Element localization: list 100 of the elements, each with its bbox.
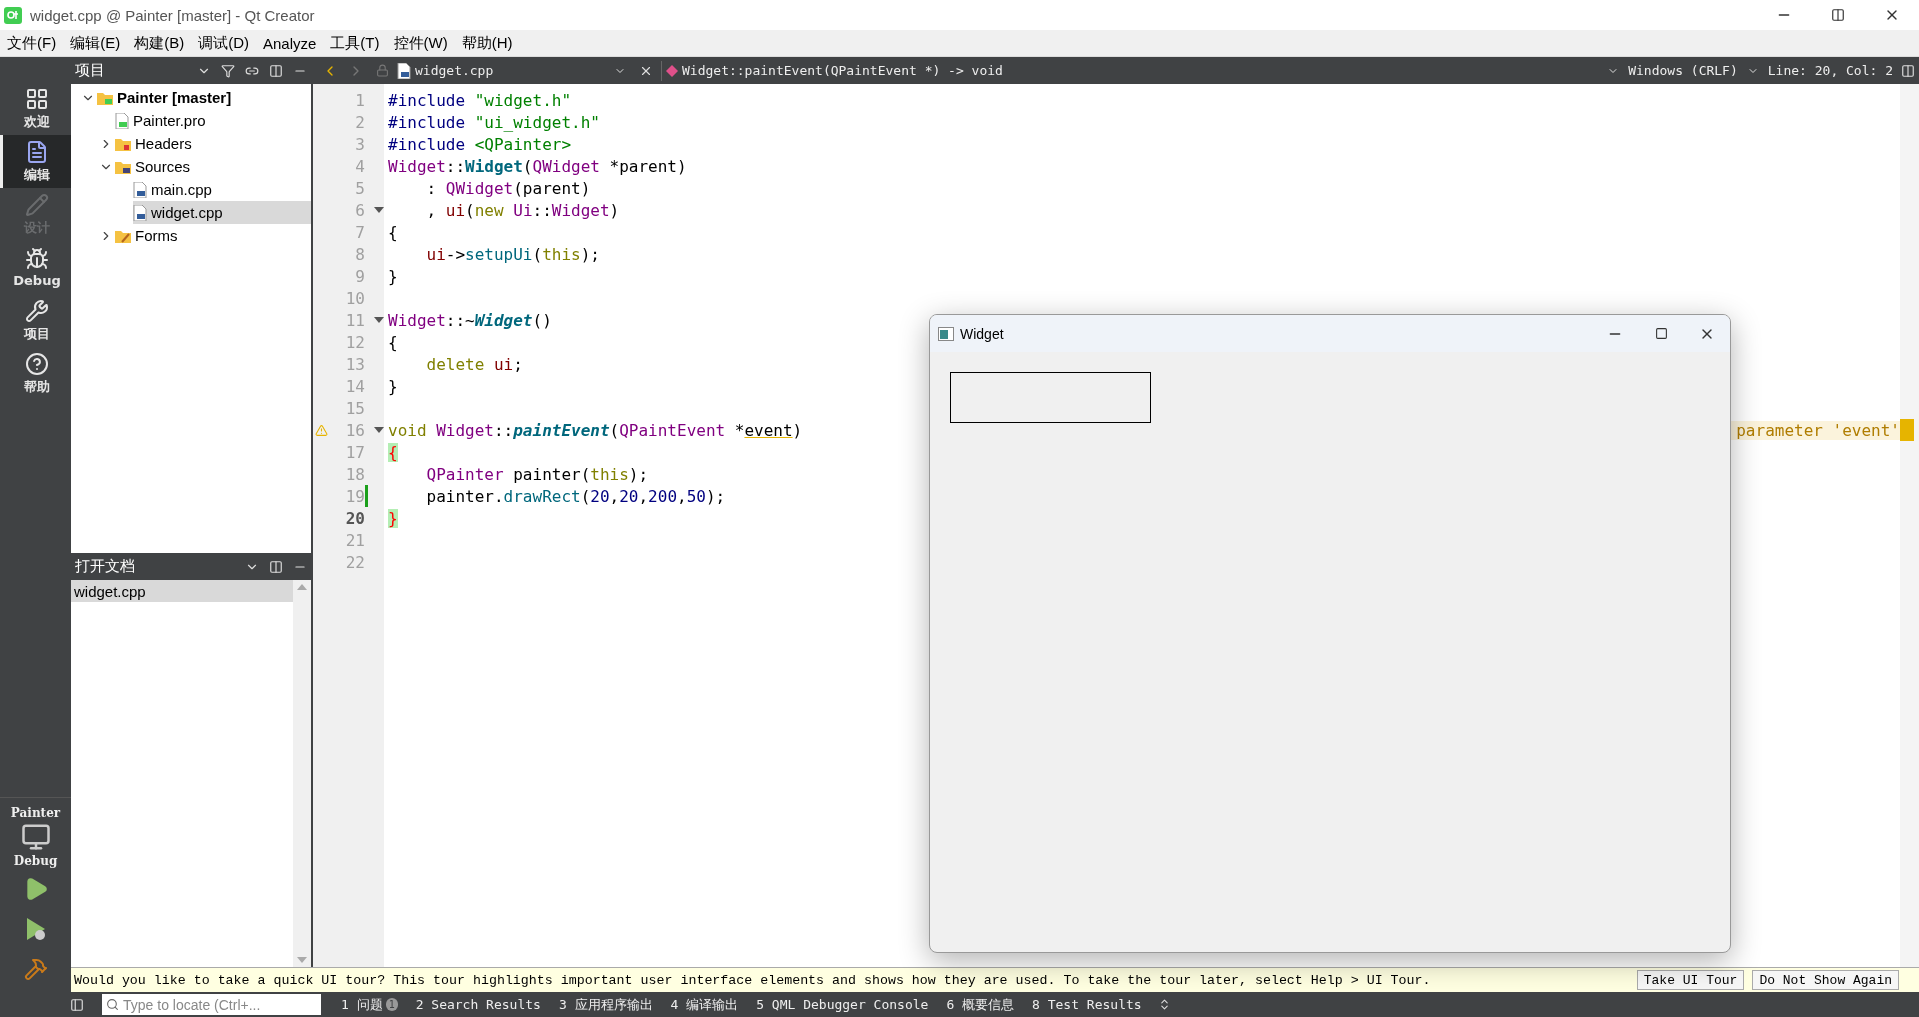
window-title: widget.cpp @ Painter [master] - Qt Creator [30,6,315,24]
output-pane-tab[interactable]: 6 概要信息 [940,992,1021,1017]
menu-item[interactable]: Analyze [256,30,324,56]
folder-icon [115,228,131,243]
tour-button[interactable]: Do Not Show Again [1752,970,1899,990]
file-icon [133,181,147,198]
warning-marker [1900,419,1914,441]
pane-title: 项目 [75,61,105,80]
tree-item[interactable]: main.cpp [133,178,311,201]
search-field[interactable]: Type to locate (Ctrl+... [102,994,321,1015]
line-number: 1 [354,90,365,110]
tree-item[interactable]: widget.cpp [133,201,311,224]
menu-item[interactable]: 编辑(E) [63,30,128,56]
line-ending[interactable]: Windows (CRLF) [1628,63,1738,78]
cursor-position[interactable]: Line: 20, Col: 2 [1767,63,1893,78]
tour-button[interactable]: Take UI Tour [1636,970,1745,990]
code-line: Widget::Widget(QWidget *parent) [388,156,687,176]
mode-button[interactable]: 编辑 [0,135,71,188]
code-line: } [388,266,398,286]
tree-item[interactable]: Sources [115,155,311,178]
file-icon [133,204,147,221]
line-number: 14 [344,376,365,396]
line-number: 6 [354,200,365,220]
pencil-icon [25,192,49,217]
document-item[interactable]: widget.cpp [71,580,293,602]
file-icon [397,62,411,79]
code-line: } [388,376,398,396]
code-line: QPainter painter(this); [425,464,649,484]
folder-icon [115,159,131,174]
line-number: 2 [354,112,365,132]
maximize-icon[interactable] [1654,327,1668,340]
line-number: 15 [344,398,365,418]
line-number: 13 [344,354,365,374]
mode-button[interactable]: 帮助 [0,347,71,400]
restore-icon[interactable] [1831,8,1845,22]
line-number: 18 [344,464,365,484]
code-line: Widget::~Widget() [388,310,552,330]
pane-title: 打开文档 [75,557,135,576]
hammer-icon[interactable] [23,957,48,981]
kit-project-label: Painter [10,806,61,820]
wrench-icon [25,298,49,323]
line-number: 11 [344,310,365,330]
code-line: : QWidget(parent) [425,178,591,198]
menu-item[interactable]: 调试(D) [191,30,256,56]
document-icon [25,139,49,164]
bug-icon [25,247,49,271]
folder-icon [97,90,113,105]
fold-triangle-icon[interactable] [374,427,384,433]
fold-triangle-icon[interactable] [374,317,384,323]
menu-item[interactable]: 控件(W) [386,30,455,56]
line-number: 9 [354,266,365,286]
line-number: 4 [354,156,365,176]
fold-triangle-icon[interactable] [374,207,384,213]
output-pane-tab[interactable]: 1 问题 1 [335,992,404,1017]
code-line: #include "ui_widget.h" [388,112,600,132]
output-pane-tab[interactable]: 3 应用程序输出 [552,992,659,1017]
line-number: 21 [344,530,365,550]
line-number: 16 [344,420,365,440]
mode-button[interactable]: 欢迎 [0,82,71,135]
code-line: delete ui; [425,354,523,374]
file-name[interactable]: widget.cpp [415,63,605,78]
line-number: 3 [354,134,365,154]
code-line: , ui(new Ui::Widget) [425,200,620,220]
kit-config-label: Debug [13,854,58,868]
tour-message: Would you like to take a quick UI tour? This tour highlights important user interface elements and shows how they are used. To take the tour later, select Help > UI Tour. [74,972,1431,988]
code-line: #include "widget.h" [388,90,572,110]
output-pane-tab[interactable]: 2 Search Results [409,992,547,1017]
symbol-icon [666,64,678,77]
app-logo-icon [4,6,22,24]
app-icon [938,326,954,341]
line-number: 12 [344,332,365,352]
line-number: 7 [354,222,365,242]
menu-item[interactable]: 帮助(H) [454,30,520,56]
line-number: 5 [354,178,365,198]
code-line: void Widget::paintEvent(QPaintEvent *event) [388,420,803,440]
output-pane-tab[interactable]: 5 QML Debugger Console [750,992,935,1017]
window-title: Widget [960,325,1004,342]
mode-button[interactable]: 项目 [0,294,71,347]
count-badge: 1 [385,998,398,1011]
tree-item[interactable]: Forms [115,224,311,247]
line-number: 17 [344,442,365,462]
warning-annotation: parameter 'event' [1730,420,1900,440]
output-pane-tab[interactable]: 8 Test Results [1026,992,1148,1017]
monitor-icon[interactable] [20,822,51,852]
tree-item[interactable]: Headers [115,132,311,155]
output-pane-tab[interactable]: 4 编译输出 [664,992,745,1017]
file-icon [115,112,129,129]
tree-item[interactable]: Painter.pro [115,109,311,132]
tree-item[interactable]: Painter [master] [97,86,311,109]
code-line: painter.drawRect(20,20,200,50); [425,486,726,506]
code-line: ui->setupUi(this); [425,244,600,264]
menu-item[interactable]: 文件(F) [0,30,64,56]
menu-item[interactable]: 工具(T) [323,30,387,56]
line-number: 8 [354,244,365,264]
search-icon [106,998,119,1011]
line-number: 10 [344,288,365,308]
symbol-name[interactable]: Widget::paintEvent(QPaintEvent *) -> void [682,63,1003,78]
mode-button[interactable]: Debug [0,241,71,294]
menu-item[interactable]: 构建(B) [127,30,192,56]
code-line: #include <QPainter> [388,134,572,154]
